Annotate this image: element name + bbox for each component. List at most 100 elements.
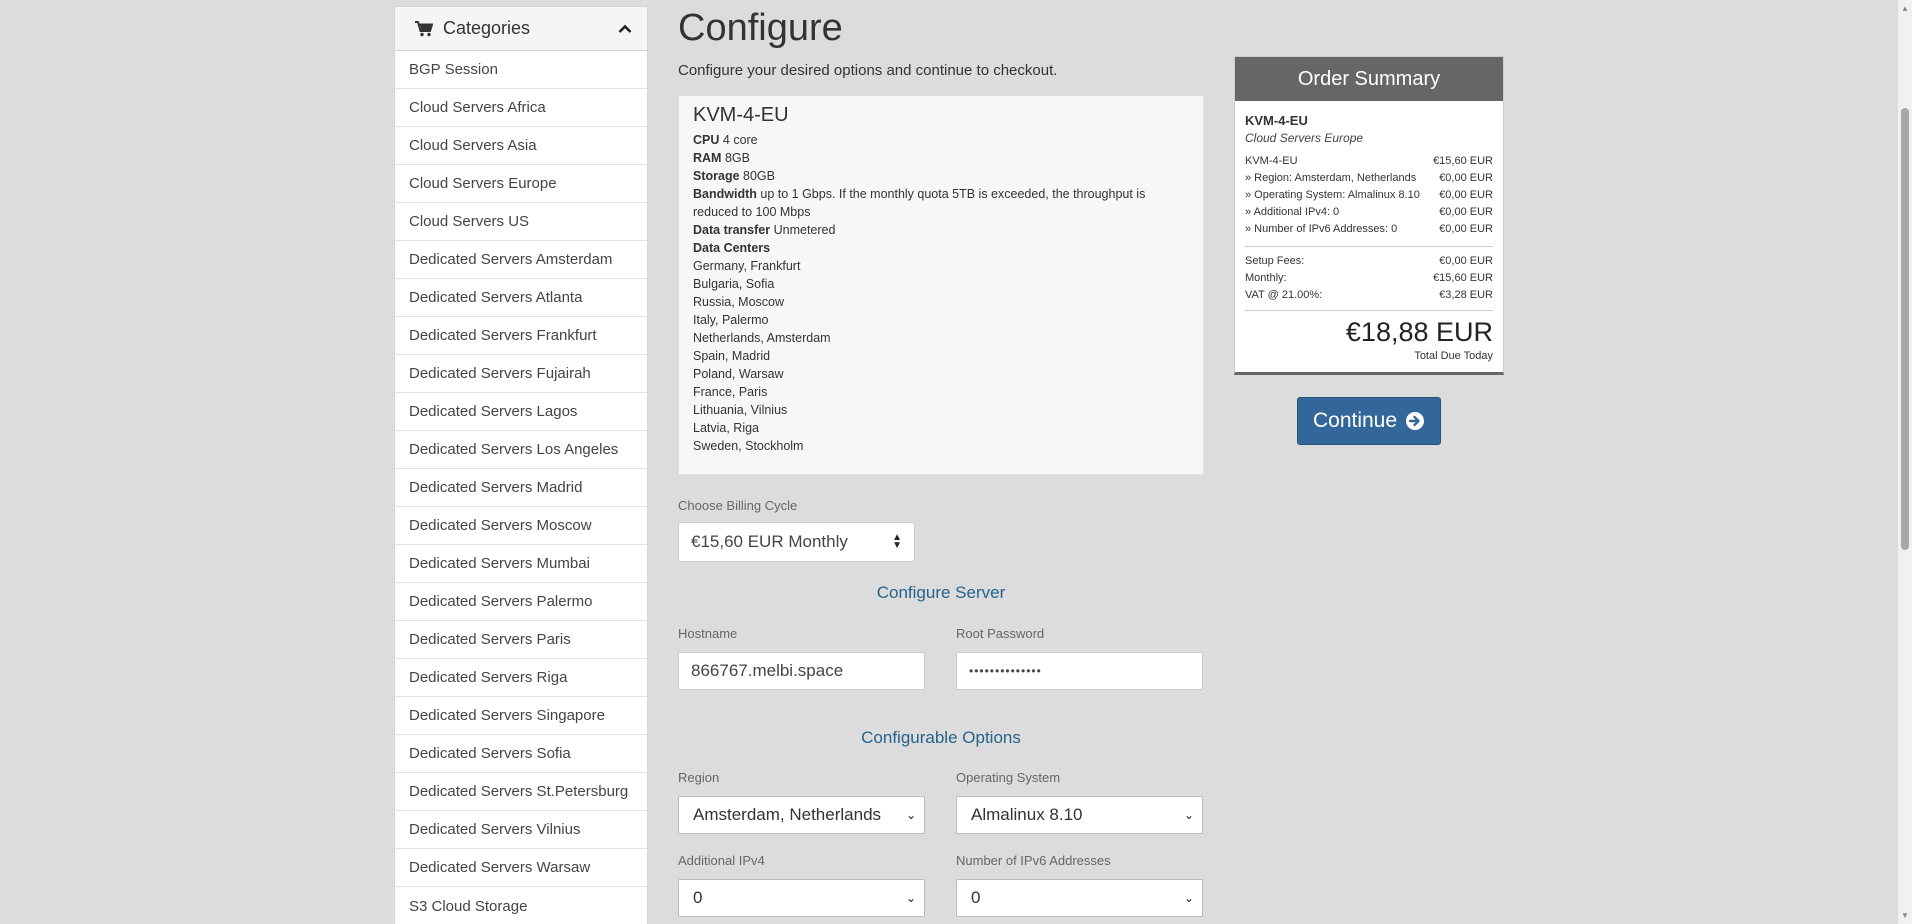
category-item[interactable]: Dedicated Servers Amsterdam: [395, 241, 647, 279]
summary-line-value: €0,00 EUR: [1439, 206, 1493, 218]
continue-button[interactable]: Continue: [1297, 397, 1441, 445]
summary-line-label: » Region: Amsterdam, Netherlands: [1245, 172, 1417, 184]
datacenter-item: Netherlands, Amsterdam: [693, 331, 831, 345]
datacenter-item: Bulgaria, Sofia: [693, 277, 775, 291]
chevron-up-icon[interactable]: [617, 24, 633, 34]
sort-arrows-icon: ▲ ▼: [892, 532, 902, 551]
category-item[interactable]: Cloud Servers Africa: [395, 89, 647, 127]
region-value: Amsterdam, Netherlands: [693, 805, 882, 824]
ipv4-select[interactable]: 0 ⌄: [678, 879, 925, 917]
category-item[interactable]: Cloud Servers US: [395, 203, 647, 241]
spec-value: Unmetered: [773, 223, 836, 237]
summary-line: KVM-4-EU €15,60 EUR: [1245, 153, 1493, 170]
category-list: BGP Session Cloud Servers Africa Cloud Ser…: [395, 51, 647, 924]
category-item[interactable]: Dedicated Servers Riga: [395, 659, 647, 697]
summary-line-value: €15,60 EUR: [1433, 272, 1493, 284]
summary-totals: Setup Fees: €0,00 EUR Monthly: €15,60 EUR VA…: [1245, 253, 1493, 304]
arrow-circle-right-icon: [1405, 411, 1425, 431]
page-subtitle: Configure your desired options and conti…: [678, 62, 1058, 79]
configurable-options-title: Configurable Options: [861, 728, 1021, 747]
category-item[interactable]: Dedicated Servers St.Petersburg: [395, 773, 647, 811]
hostname-label: Hostname: [678, 626, 738, 641]
spec-label: Storage: [693, 169, 740, 183]
product-info-box: KVM-4-EU CPU 4 core RAM 8GB Storage 80GB…: [678, 95, 1204, 475]
spec-bandwidth: Bandwidth up to 1 Gbps. If the monthly q…: [693, 185, 1189, 221]
ipv6-select[interactable]: 0 ⌄: [956, 879, 1203, 917]
hostname-input[interactable]: 866767.melbi.space: [678, 652, 925, 690]
category-item[interactable]: Dedicated Servers Atlanta: [395, 279, 647, 317]
category-item[interactable]: Dedicated Servers Vilnius: [395, 811, 647, 849]
summary-line: VAT @ 21.00%: €3,28 EUR: [1245, 287, 1493, 304]
summary-line-label: Monthly:: [1245, 272, 1287, 284]
datacenter-item: Poland, Warsaw: [693, 367, 784, 381]
billing-cycle-select[interactable]: €15,60 EUR Monthly ▲ ▼: [678, 522, 915, 562]
spec-value: 8GB: [724, 151, 750, 165]
spec-cpu: CPU 4 core: [693, 131, 1189, 149]
spec-datacenters: Data Centers: [693, 239, 1189, 257]
summary-line-label: » Operating System: Almalinux 8.10: [1245, 189, 1420, 201]
category-item[interactable]: BGP Session: [395, 51, 647, 89]
spec-label: CPU: [693, 133, 720, 147]
summary-line-label: KVM-4-EU: [1245, 155, 1298, 167]
category-item[interactable]: Dedicated Servers Mumbai: [395, 545, 647, 583]
page-scrollbar[interactable]: ▲ ▼: [1898, 0, 1912, 924]
category-item[interactable]: S3 Cloud Storage: [395, 887, 647, 924]
datacenter-item: Sweden, Stockholm: [693, 439, 804, 453]
region-label: Region: [678, 770, 720, 785]
scroll-down-icon[interactable]: ▼: [1901, 911, 1909, 920]
ipv4-value: 0: [693, 888, 703, 907]
summary-line: Setup Fees: €0,00 EUR: [1245, 253, 1493, 270]
category-item[interactable]: Dedicated Servers Palermo: [395, 583, 647, 621]
spec-value: 80GB: [743, 169, 775, 183]
summary-line: » Additional IPv4: 0 €0,00 EUR: [1245, 204, 1493, 221]
hostname-value: 866767.melbi.space: [691, 661, 844, 680]
datacenter-item: Spain, Madrid: [693, 349, 771, 363]
category-item[interactable]: Dedicated Servers Frankfurt: [395, 317, 647, 355]
scroll-up-icon[interactable]: ▲: [1901, 4, 1909, 13]
categories-panel: Categories BGP Session Cloud Servers Afri…: [394, 6, 648, 924]
summary-line-value: €3,28 EUR: [1439, 289, 1493, 301]
category-item[interactable]: Dedicated Servers Paris: [395, 621, 647, 659]
category-item[interactable]: Dedicated Servers Fujairah: [395, 355, 647, 393]
summary-line: » Operating System: Almalinux 8.10 €0,00 …: [1245, 187, 1493, 204]
billing-cycle-label: Choose Billing Cycle: [678, 498, 798, 513]
summary-line: » Region: Amsterdam, Netherlands €0,00 EU…: [1245, 170, 1493, 187]
spec-transfer: Data transfer Unmetered: [693, 221, 1189, 239]
continue-label: Continue: [1312, 409, 1398, 432]
category-item[interactable]: Dedicated Servers Madrid: [395, 469, 647, 507]
categories-title: Categories: [443, 18, 531, 38]
spec-ram: RAM 8GB: [693, 149, 1189, 167]
summary-total-amount: €18,88 EUR: [1345, 317, 1493, 347]
order-summary-body: KVM-4-EU Cloud Servers Europe KVM-4-EU €1…: [1235, 101, 1503, 372]
datacenter-item: Latvia, Riga: [693, 421, 760, 435]
category-item[interactable]: Dedicated Servers Moscow: [395, 507, 647, 545]
category-item[interactable]: Cloud Servers Europe: [395, 165, 647, 203]
configure-server-title: Configure Server: [876, 583, 1006, 602]
os-select[interactable]: Almalinux 8.10 ⌄: [956, 796, 1203, 834]
ipv4-label: Additional IPv4: [678, 853, 765, 868]
root-password-value: ••••••••••••••: [969, 664, 1042, 678]
summary-line-label: » Additional IPv4: 0: [1245, 206, 1340, 218]
category-item[interactable]: Dedicated Servers Sofia: [395, 735, 647, 773]
billing-cycle-value: €15,60 EUR Monthly: [691, 532, 848, 551]
summary-divider: [1245, 246, 1493, 247]
root-password-input[interactable]: ••••••••••••••: [956, 652, 1203, 690]
ipv6-label: Number of IPv6 Addresses: [956, 853, 1111, 868]
category-item[interactable]: Dedicated Servers Los Angeles: [395, 431, 647, 469]
category-item[interactable]: Cloud Servers Asia: [395, 127, 647, 165]
spec-label: Data Centers: [693, 241, 771, 255]
configure-main: Configure Configure your desired options…: [678, 0, 1206, 917]
summary-product-name: KVM-4-EU: [1245, 113, 1308, 128]
category-item[interactable]: Dedicated Servers Singapore: [395, 697, 647, 735]
datacenter-item: Lithuania, Vilnius: [693, 403, 788, 417]
spec-value: 4 core: [722, 133, 758, 147]
region-select[interactable]: Amsterdam, Netherlands ⌄: [678, 796, 925, 834]
summary-line-label: Setup Fees:: [1245, 255, 1305, 267]
shopping-cart-icon: [415, 20, 435, 37]
summary-line-items: KVM-4-EU €15,60 EUR » Region: Amsterdam, N…: [1245, 153, 1493, 238]
category-item[interactable]: Dedicated Servers Lagos: [395, 393, 647, 431]
category-item[interactable]: Dedicated Servers Warsaw: [395, 849, 647, 887]
chevron-down-icon: ⌄: [1183, 891, 1194, 905]
scrollbar-thumb[interactable]: [1901, 108, 1909, 550]
categories-header[interactable]: Categories: [395, 7, 647, 51]
